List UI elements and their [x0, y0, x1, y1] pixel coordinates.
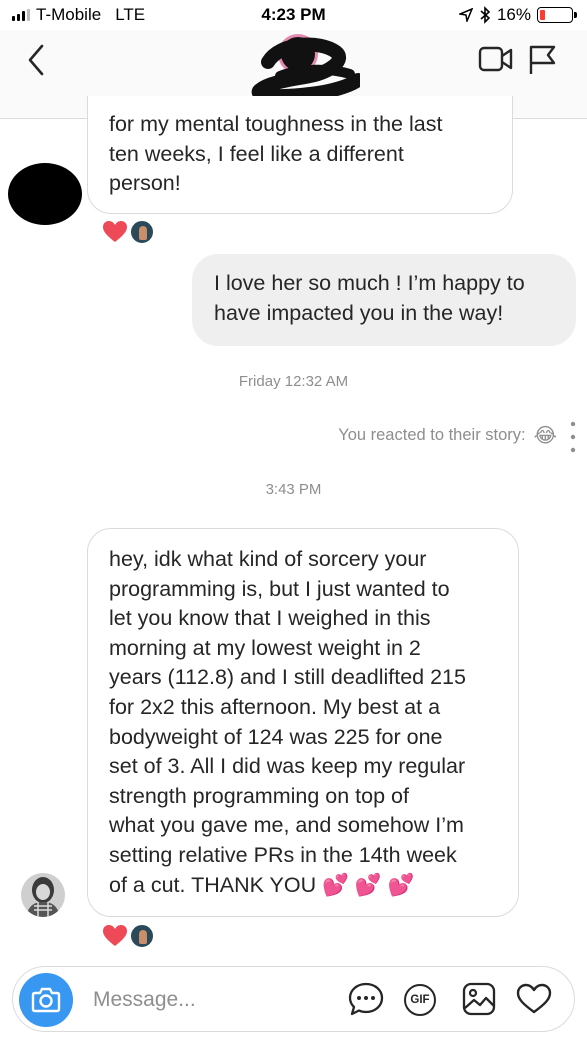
reactor-avatar — [130, 220, 154, 244]
message-input[interactable] — [91, 983, 335, 1017]
message-line: ten weeks, I feel like a different — [109, 141, 404, 166]
message-reactions[interactable] — [102, 924, 154, 948]
heart-icon[interactable] — [516, 983, 552, 1015]
gallery-image-icon[interactable] — [461, 981, 497, 1017]
timestamp: Friday 12:32 AM — [238, 373, 349, 390]
location-arrow-icon — [458, 8, 473, 22]
header-mask — [0, 30, 587, 118]
tears-of-joy-emoji: 😂 — [533, 425, 557, 447]
battery-icon — [537, 7, 577, 23]
status-bar: T-Mobile LTE 4:23 PM 16% — [0, 0, 587, 30]
message-line: have impacted you in the way! — [214, 300, 504, 325]
camera-button[interactable] — [19, 973, 73, 1027]
message-line: years (112.8) and I still deadlifted 215 — [109, 665, 466, 690]
message-line: morning at my lowest weight in 2 — [109, 635, 421, 660]
timestamp: 3:43 PM — [265, 481, 322, 498]
message-line: I love her so much ! I’m happy to — [214, 271, 525, 295]
bluetooth-icon — [480, 6, 491, 24]
sender-avatar[interactable] — [20, 872, 66, 918]
more-options-icon[interactable] — [569, 420, 577, 454]
message-reactions[interactable] — [102, 220, 154, 244]
message-line: of a cut. THANK YOU 💕 💕 💕 — [109, 872, 415, 897]
gif-label: GIF — [410, 994, 430, 1006]
message-line: let you know that I weighed in this — [109, 606, 431, 631]
message-line: bodyweight of 124 was 225 for one — [109, 724, 443, 749]
message-line: programming is, but I just wanted to — [109, 576, 450, 601]
message-line: for 2x2 this afternoon. My best at a — [109, 694, 441, 719]
message-line: set of 3. All I did was keep my regular — [109, 754, 466, 779]
message-line: person! — [109, 171, 181, 196]
sender-avatar-redacted[interactable] — [8, 163, 82, 225]
chat-bubble-icon[interactable] — [347, 981, 385, 1019]
heart-reaction-icon — [103, 925, 127, 946]
heart-reaction-icon — [103, 221, 127, 242]
camera-icon — [31, 987, 61, 1013]
message-line: what you gave me, and somehow I’m — [109, 813, 464, 838]
message-line: hey, idk what kind of sorcery your — [109, 547, 427, 571]
story-reaction-text: You reacted to their story: — [338, 426, 526, 444]
message-line: strength programming on top of — [109, 783, 409, 808]
message-composer: GIF — [12, 966, 575, 1032]
outgoing-message[interactable]: I love her so much ! I’m happy to have i… — [192, 254, 576, 346]
message-line: setting relative PRs in the 14th week — [109, 842, 457, 867]
gif-button[interactable]: GIF — [404, 984, 436, 1016]
reactor-avatar — [130, 924, 154, 948]
incoming-message[interactable]: hey, idk what kind of sorcery your progr… — [87, 528, 519, 917]
story-reaction-row[interactable]: You reacted to their story: 😂 — [338, 423, 557, 448]
battery-percent: 16% — [496, 5, 531, 24]
status-right: 16% — [458, 5, 577, 25]
